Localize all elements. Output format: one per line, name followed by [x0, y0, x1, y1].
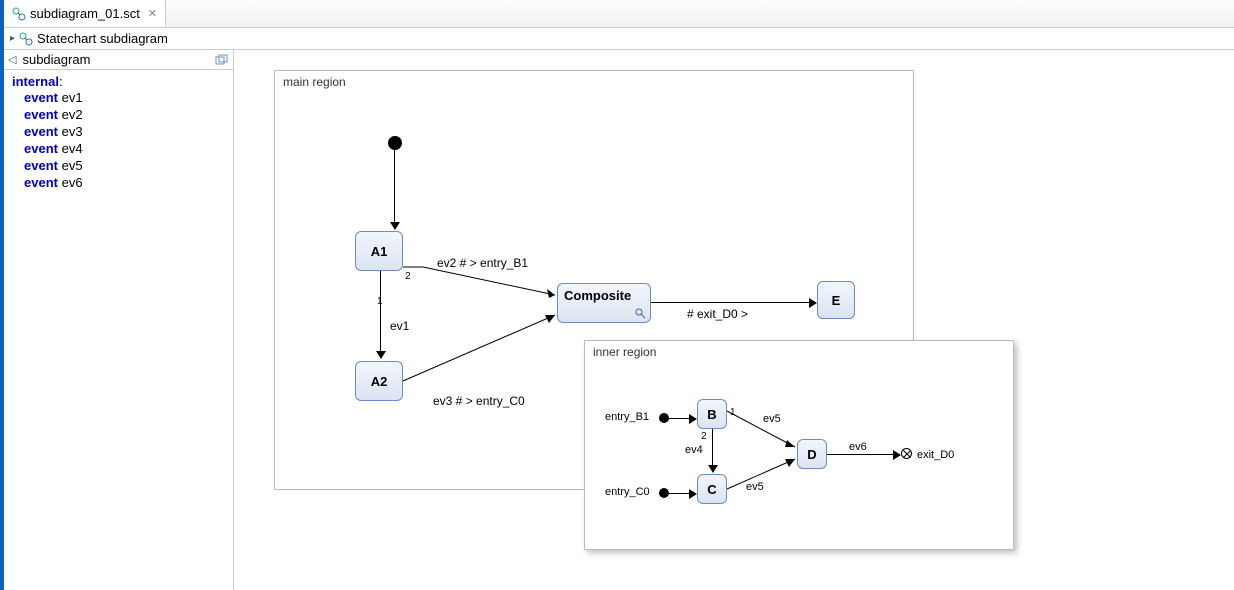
port-number: 2: [405, 271, 411, 282]
transition-edge[interactable]: [651, 302, 811, 303]
transition-label: ev5: [763, 413, 781, 425]
statechart-icon: [19, 32, 33, 46]
transition-label: ev6: [849, 441, 867, 453]
main-region-label: main region: [283, 75, 346, 89]
transition-label: ev2 # > entry_B1: [437, 256, 528, 270]
outline-title: subdiagram: [16, 52, 215, 67]
inner-region-label: inner region: [593, 345, 656, 359]
transition-edge[interactable]: [380, 271, 381, 351]
transition-edge[interactable]: [669, 418, 691, 419]
initial-state[interactable]: [388, 136, 402, 150]
transition-edge[interactable]: [727, 457, 802, 493]
arrowhead-icon: [390, 222, 400, 230]
event-line: event ev1: [12, 89, 225, 106]
transition-label: ev3 # > entry_C0: [433, 394, 525, 408]
event-line: event ev2: [12, 106, 225, 123]
transition-edge[interactable]: [394, 150, 395, 222]
entry-point[interactable]: [659, 488, 669, 498]
close-icon[interactable]: ✕: [148, 7, 157, 20]
breadcrumb-expand-icon[interactable]: ▸: [10, 33, 15, 44]
state-a1[interactable]: A1: [355, 231, 403, 271]
transition-label: ev1: [390, 319, 409, 333]
port-number: 2: [701, 431, 707, 442]
outline-header: ◁ subdiagram: [4, 50, 233, 70]
state-d[interactable]: D: [797, 439, 827, 469]
transition-label: ev4: [685, 444, 703, 456]
entry-label: entry_B1: [605, 411, 649, 423]
event-line: event ev4: [12, 140, 225, 157]
transition-label: # exit_D0 >: [687, 307, 748, 321]
tab-bar: subdiagram_01.sct ✕: [4, 0, 1234, 28]
breadcrumb: ▸ Statechart subdiagram: [4, 28, 1234, 50]
transition-label: ev5: [746, 481, 764, 493]
arrowhead-icon: [708, 465, 718, 473]
exit-point[interactable]: [901, 448, 912, 459]
exit-label: exit_D0: [917, 449, 954, 461]
inner-region[interactable]: inner region entry_B1 B 1 2 ev4 C entry_…: [584, 340, 1014, 550]
subdiagram-icon[interactable]: [634, 307, 646, 319]
tab-subdiagram-01[interactable]: subdiagram_01.sct ✕: [4, 0, 166, 27]
state-c[interactable]: C: [697, 474, 727, 504]
arrowhead-icon: [809, 298, 817, 308]
event-line: event ev5: [12, 157, 225, 174]
statechart-file-icon: [12, 7, 26, 21]
arrowhead-icon: [689, 414, 697, 424]
internal-line: internal:: [12, 74, 225, 89]
outline-sidebar: ◁ subdiagram internal: event ev1 event e…: [4, 50, 234, 590]
restore-icon[interactable]: [215, 54, 229, 66]
state-b[interactable]: B: [697, 399, 727, 429]
arrowhead-icon: [689, 489, 697, 499]
entry-point[interactable]: [659, 413, 669, 423]
arrowhead-icon: [893, 450, 901, 460]
event-line: event ev6: [12, 174, 225, 191]
port-number: 1: [730, 407, 736, 418]
breadcrumb-label[interactable]: Statechart subdiagram: [37, 31, 168, 46]
state-composite[interactable]: Composite: [557, 283, 651, 323]
transition-edge[interactable]: [403, 311, 563, 386]
state-e[interactable]: E: [817, 281, 855, 319]
editor-active-indicator: [0, 0, 4, 590]
transition-edge[interactable]: [827, 454, 895, 455]
state-a2[interactable]: A2: [355, 361, 403, 401]
definition-block[interactable]: internal: event ev1 event ev2 event ev3 …: [4, 70, 233, 195]
transition-edge[interactable]: [403, 267, 563, 303]
event-line: event ev3: [12, 123, 225, 140]
entry-label: entry_C0: [605, 486, 650, 498]
transition-edge[interactable]: [669, 493, 691, 494]
diagram-canvas[interactable]: main region A1 2 1 ev1 A2 Composite: [234, 50, 1234, 590]
tab-title: subdiagram_01.sct: [30, 6, 140, 21]
arrowhead-icon: [376, 351, 386, 359]
transition-edge[interactable]: [712, 429, 713, 465]
outline-back-icon[interactable]: ◁: [8, 53, 16, 66]
